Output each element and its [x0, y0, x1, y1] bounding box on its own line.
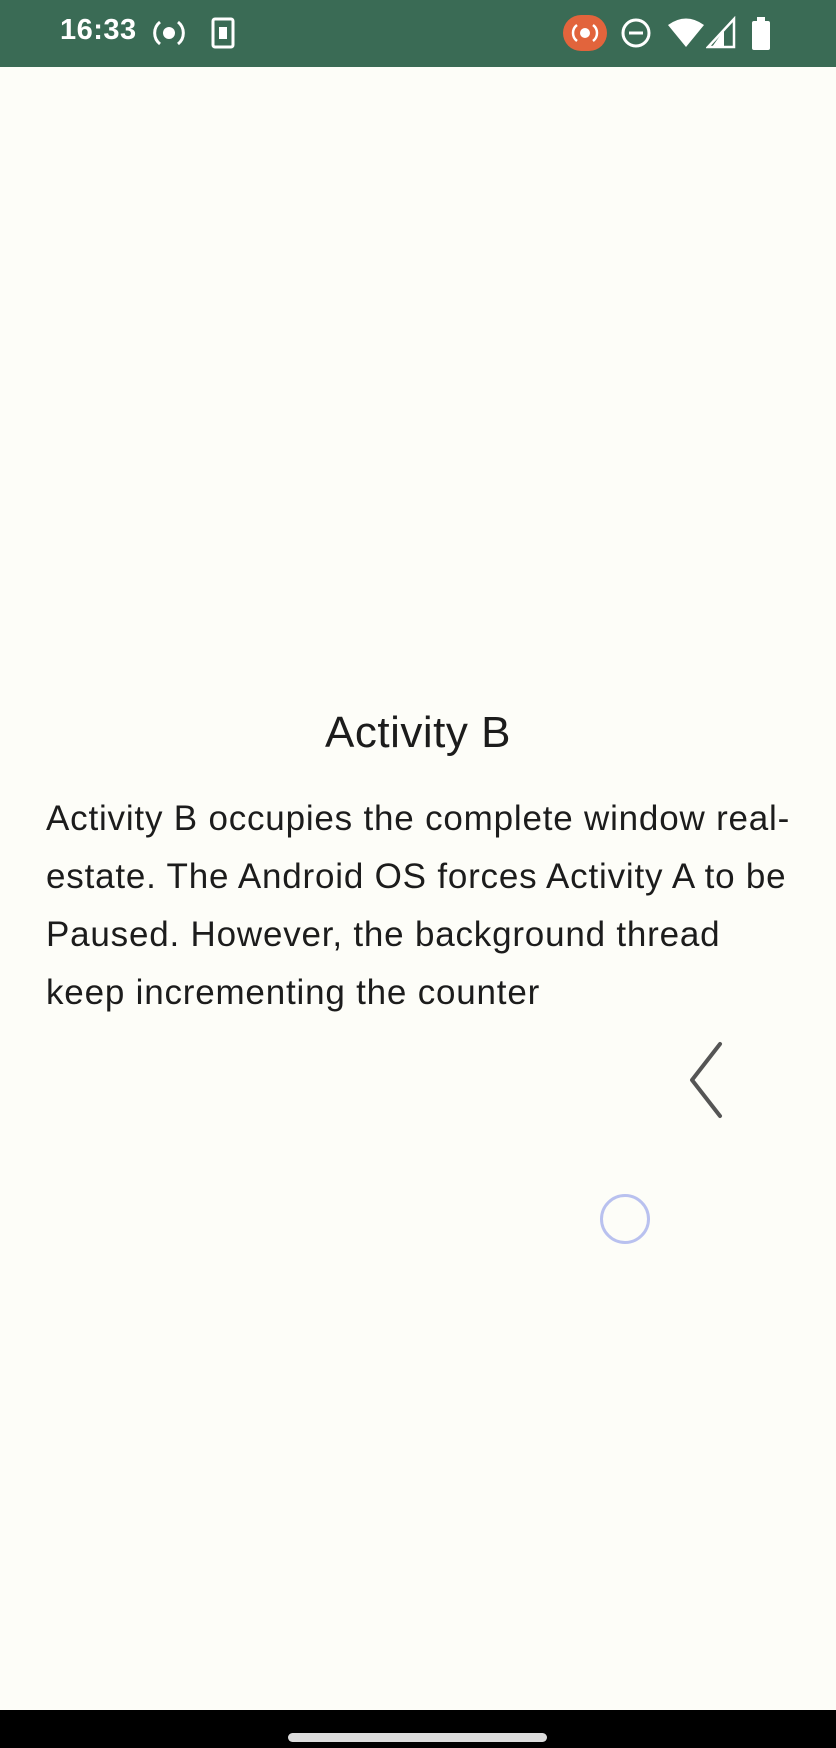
status-bar: 16:33	[0, 0, 836, 67]
navigation-bar	[0, 1710, 836, 1748]
page-title: Activity B	[325, 708, 511, 757]
screen-record-icon	[152, 16, 186, 55]
activity-description: Activity B occupies the complete window …	[46, 799, 791, 1012]
cellular-signal-icon	[705, 15, 736, 55]
home-gesture-handle[interactable]	[288, 1733, 547, 1742]
recording-indicator-icon	[562, 14, 608, 57]
status-time: 16:33	[60, 14, 137, 46]
do-not-disturb-icon	[620, 16, 652, 55]
sim-card-icon	[210, 16, 236, 55]
battery-icon	[750, 16, 772, 57]
wifi-icon	[666, 16, 706, 55]
touch-indicator	[600, 1194, 650, 1244]
back-gesture-chevron-icon	[684, 1040, 724, 1125]
screen: 16:33 Activity B Activity B occupies the…	[0, 0, 836, 1748]
